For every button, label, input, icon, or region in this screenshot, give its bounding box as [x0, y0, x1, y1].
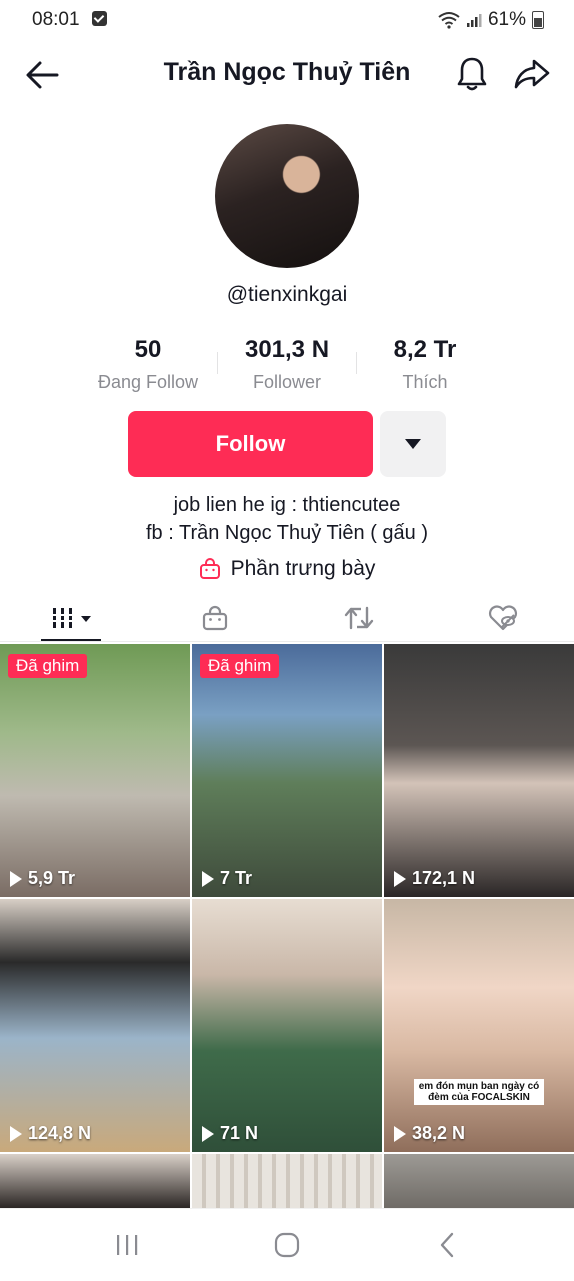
heart-hidden-icon [488, 605, 517, 631]
play-icon [394, 870, 406, 887]
view-count: 38,2 N [394, 1123, 465, 1144]
home-icon [274, 1232, 300, 1258]
video-thumbnail[interactable]: 71 N [192, 899, 382, 1152]
grid-videos-icon [51, 608, 91, 628]
tab-videos[interactable] [0, 596, 143, 640]
chevron-left-icon [440, 1232, 454, 1258]
wifi-icon [438, 12, 460, 29]
play-icon [10, 870, 22, 887]
play-icon [10, 1125, 22, 1142]
video-thumbnail[interactable]: 172,1 N [384, 644, 574, 897]
notification-button[interactable] [452, 53, 492, 95]
pinned-badge: Đã ghim [200, 654, 280, 678]
page-title: Trần Ngọc Thuỷ Tiên [163, 58, 411, 86]
battery-percent: 61% [487, 9, 526, 30]
stat-followers[interactable]: 301,3 N Follower [227, 336, 347, 393]
video-thumbnail[interactable] [384, 1154, 574, 1208]
showcase-link[interactable]: Phần trưng bày [0, 557, 574, 581]
followers-label: Follower [252, 372, 322, 392]
view-count-text: 172,1 N [412, 868, 476, 888]
following-count: 50 [134, 336, 162, 363]
tab-divider [0, 641, 574, 642]
view-count-text: 124,8 N [28, 1123, 92, 1143]
view-count: 172,1 N [394, 868, 475, 889]
tab-shop[interactable] [143, 596, 286, 640]
view-count: 71 N [202, 1123, 258, 1144]
play-icon [394, 1125, 406, 1142]
tab-reposts[interactable] [287, 596, 430, 640]
bio: job lien he ig : thtiencutee fb : Trần N… [0, 491, 574, 547]
view-count-text: 5,9 Tr [28, 868, 76, 888]
bio-line: job lien he ig : thtiencutee [173, 494, 401, 516]
status-bar: 08:01 61% [0, 0, 574, 40]
view-count: 5,9 Tr [10, 868, 75, 889]
video-thumbnail[interactable]: Đã ghim 5,9 Tr [0, 644, 190, 897]
bell-icon [457, 57, 487, 91]
recent-apps-button[interactable] [100, 1227, 154, 1263]
stat-divider [217, 352, 218, 374]
status-time: 08:01 [32, 9, 80, 30]
following-label: Đang Follow [97, 372, 199, 392]
view-count-text: 7 Tr [220, 868, 253, 888]
share-button[interactable] [512, 54, 552, 94]
video-thumbnail[interactable]: Đã ghim 7 Tr [192, 644, 382, 897]
avatar[interactable] [215, 124, 359, 268]
caret-down-icon [405, 439, 421, 449]
shopping-bag-icon [202, 605, 227, 631]
repost-icon [344, 606, 373, 630]
system-nav-bar [0, 1208, 574, 1281]
view-count-text: 71 N [220, 1123, 259, 1143]
username-handle: @tienxinkgai [226, 283, 348, 306]
likes-label: Thích [402, 372, 448, 392]
play-icon [202, 1125, 214, 1142]
suggested-accounts-button[interactable] [380, 411, 446, 477]
stat-divider [356, 352, 357, 374]
checkbox-notification-icon [92, 11, 107, 26]
stat-following[interactable]: 50 Đang Follow [88, 336, 208, 393]
pinned-badge: Đã ghim [8, 654, 88, 678]
video-caption: em đón mụn ban ngày có đèm của FOCALSKIN [414, 1079, 544, 1105]
share-arrow-icon [514, 59, 550, 89]
video-thumbnail[interactable]: em đón mụn ban ngày có đèm của FOCALSKIN… [384, 899, 574, 1152]
video-thumbnail[interactable] [0, 1154, 190, 1208]
likes-count: 8,2 Tr [393, 336, 457, 363]
arrow-left-icon [26, 61, 59, 89]
back-button[interactable] [22, 55, 62, 95]
stat-likes: 8,2 Tr Thích [365, 336, 485, 393]
signal-icon [466, 14, 482, 27]
tab-liked[interactable] [431, 596, 574, 640]
showcase-label: Phần trưng bày [230, 557, 376, 580]
follow-button[interactable]: Follow [128, 411, 373, 477]
battery-icon [532, 11, 544, 29]
play-icon [202, 870, 214, 887]
system-back-button[interactable] [420, 1227, 474, 1263]
status-right: 61% [438, 9, 544, 31]
view-count: 124,8 N [10, 1123, 91, 1144]
followers-count: 301,3 N [244, 336, 330, 363]
shopping-bag-icon [199, 558, 220, 579]
video-thumbnail[interactable] [192, 1154, 382, 1208]
recent-apps-icon [117, 1235, 138, 1255]
view-count-text: 38,2 N [412, 1123, 466, 1143]
home-button[interactable] [260, 1227, 314, 1263]
view-count: 7 Tr [202, 868, 252, 889]
video-thumbnail[interactable]: 124,8 N [0, 899, 190, 1152]
bio-line: fb : Trần Ngọc Thuỷ Tiên ( gấu ) [146, 522, 428, 544]
